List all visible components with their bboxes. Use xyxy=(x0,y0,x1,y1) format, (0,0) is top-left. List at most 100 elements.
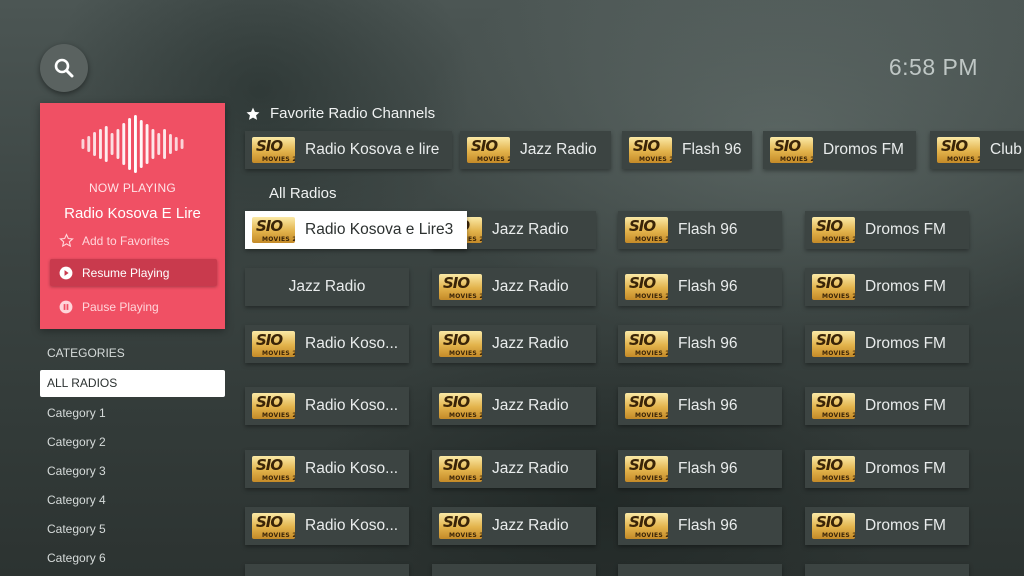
station-logo-icon: SIOMOVIES 2 xyxy=(812,274,855,300)
station-logo-icon: SIOMOVIES 2 xyxy=(252,456,295,482)
radio-tile[interactable]: SIO MOVIES 2 Flash 96 xyxy=(618,211,782,249)
radio-tile-name: Dromos FM xyxy=(865,397,946,414)
radio-tile[interactable]: SIO MOVIES 2 Dromos FM xyxy=(805,387,969,425)
resume-playing-button[interactable]: Resume Playing xyxy=(50,259,217,286)
radio-tile[interactable]: SIO MOVIES 2 Flash 96 xyxy=(618,450,782,488)
radio-tile[interactable]: SIO MOVIES 2 Dromos FM xyxy=(805,211,969,249)
all-radios-heading: All Radios xyxy=(269,185,337,202)
radio-tile[interactable]: SIOMOVIES 2 Jazz Radio xyxy=(432,387,596,425)
station-logo-icon: SIOMOVIES 2 xyxy=(625,274,668,300)
radio-tile-partial[interactable] xyxy=(432,564,596,576)
add-to-favorites-button[interactable]: Add to Favorites xyxy=(50,227,217,254)
station-logo-icon: SIOMOVIES 2 xyxy=(252,137,295,163)
radio-tile-partial[interactable] xyxy=(805,564,969,576)
radio-tile[interactable]: SIO MOVIES 2 Club xyxy=(930,131,1024,169)
search-button[interactable] xyxy=(40,44,88,92)
clock: 6:58 PM xyxy=(888,54,978,80)
radio-tile-name: Jazz Radio xyxy=(492,397,569,414)
radio-tile[interactable]: SIO MOVIES 2 Flash 96 xyxy=(622,131,752,169)
category-6[interactable]: Category 6 xyxy=(40,544,225,573)
radio-tile-name: Jazz Radio xyxy=(492,517,569,534)
radio-tile[interactable]: SIO MOVIES 2 Radio Koso... xyxy=(245,507,409,545)
radio-tile-name: Radio Kosova e lire xyxy=(305,141,440,158)
radio-tile-name: Dromos FM xyxy=(865,278,946,295)
radio-tile[interactable]: SIO MOVIES 2 Flash 96 xyxy=(618,268,782,306)
station-logo-icon: SIOMOVIES 2 xyxy=(937,137,980,163)
station-logo-icon: SIOMOVIES 2 xyxy=(812,456,855,482)
pause-icon xyxy=(50,300,82,314)
radio-tile-name: Radio Koso... xyxy=(305,335,399,352)
station-logo-icon: SIOMOVIES 2 xyxy=(629,137,672,163)
radio-tile[interactable]: SIO MOVIES 2 Dromos FM xyxy=(805,507,969,545)
now-playing-title: Radio Kosova E Lire xyxy=(64,205,201,222)
radio-tile[interactable]: SIO MOVIES 2 Radio Kosova e Lire3 xyxy=(245,211,467,249)
favorites-heading: Favorite Radio Channels xyxy=(245,105,435,122)
now-playing-card: NOW PLAYING Radio Kosova E Lire Add to F… xyxy=(40,103,225,329)
star-icon xyxy=(246,107,260,120)
station-logo-icon: SIOMOVIES 2 xyxy=(252,331,295,357)
radio-tile[interactable]: SIOMOVIES 2 Jazz Radio xyxy=(432,325,596,363)
favorites-title: Favorite Radio Channels xyxy=(270,105,436,122)
categories-heading: CATEGORIES xyxy=(47,346,125,360)
category-1[interactable]: Category 1 xyxy=(40,399,225,428)
station-logo-icon: SIOMOVIES 2 xyxy=(252,513,295,539)
radio-tile[interactable]: SIO MOVIES 2 Radio Koso... xyxy=(245,387,409,425)
radio-tile-name: Dromos FM xyxy=(865,517,946,534)
radio-tile[interactable]: SIO MOVIES 2 Flash 96 xyxy=(618,507,782,545)
radio-tile-name: Dromos FM xyxy=(865,221,946,238)
radio-tile-name: Flash 96 xyxy=(678,517,738,534)
search-icon xyxy=(54,58,74,78)
radio-tile[interactable]: SIO MOVIES 2 Radio Kosova e lire xyxy=(245,131,452,169)
radio-tile-partial[interactable] xyxy=(618,564,782,576)
station-logo-icon: SIOMOVIES 2 xyxy=(812,513,855,539)
radio-tile[interactable]: SIO MOVIES 2 Flash 96 xyxy=(618,387,782,425)
radio-tile-name: Flash 96 xyxy=(678,397,738,414)
radio-tile[interactable]: SIO MOVIES 2 Dromos FM xyxy=(805,450,969,488)
radio-tile[interactable]: SIOMOVIES 2 Jazz Radio xyxy=(432,268,596,306)
radio-tile-name: Dromos FM xyxy=(865,460,946,477)
radio-tile[interactable]: SIOMOVIES 2 Jazz Radio xyxy=(432,450,596,488)
station-logo-icon: SIOMOVIES 2 xyxy=(625,456,668,482)
resume-playing-label: Resume Playing xyxy=(82,265,170,280)
radio-tile[interactable]: SIOMOVIES 2 Jazz Radio xyxy=(432,507,596,545)
radio-tile[interactable]: Jazz Radio xyxy=(245,268,409,306)
radio-tile[interactable]: SIO MOVIES 2 Flash 96 xyxy=(618,325,782,363)
station-logo-icon: SIOMOVIES 2 xyxy=(625,393,668,419)
radio-tile-name: Dromos FM xyxy=(865,335,946,352)
pause-playing-button[interactable]: Pause Playing xyxy=(50,293,217,320)
station-logo-icon: SIOMOVIES 2 xyxy=(812,331,855,357)
station-logo-icon: SIOMOVIES 2 xyxy=(467,137,510,163)
station-logo-icon: SIOMOVIES 2 xyxy=(252,393,295,419)
pause-playing-label: Pause Playing xyxy=(82,299,159,314)
radio-tile-name: Flash 96 xyxy=(682,141,742,158)
radio-tile-name: Radio Koso... xyxy=(305,460,399,477)
radio-tile-name: Flash 96 xyxy=(678,221,738,238)
radio-tile-name: Club xyxy=(990,141,1022,158)
add-to-favorites-label: Add to Favorites xyxy=(82,233,170,248)
radio-tile[interactable]: SIO MOVIES 2 Dromos FM xyxy=(805,325,969,363)
radio-tile[interactable]: SIO MOVIES 2 Radio Koso... xyxy=(245,450,409,488)
radio-tile[interactable]: SIOMOVIES 2 Jazz Radio xyxy=(460,131,611,169)
radio-tile[interactable]: SIO MOVIES 2 Dromos FM xyxy=(805,268,969,306)
station-logo-icon: SIOMOVIES 2 xyxy=(625,331,668,357)
category-2[interactable]: Category 2 xyxy=(40,428,225,457)
radio-tile-name: Flash 96 xyxy=(678,278,738,295)
radio-tile[interactable]: SIO MOVIES 2 Dromos FM xyxy=(763,131,916,169)
category-list: ALL RADIOS Category 1 Category 2 Categor… xyxy=(40,370,225,573)
station-logo-icon: SIOMOVIES 2 xyxy=(439,513,482,539)
radio-tile-name: Jazz Radio xyxy=(288,278,366,295)
radio-tile-partial[interactable] xyxy=(245,564,409,576)
category-all-radios[interactable]: ALL RADIOS xyxy=(40,370,225,397)
radio-tile-name: Radio Kosova e Lire3 xyxy=(305,221,454,238)
radio-tile-name: Jazz Radio xyxy=(492,221,569,238)
radio-tile-name: Jazz Radio xyxy=(492,460,569,477)
radio-tile[interactable]: SIO MOVIES 2 Radio Koso... xyxy=(245,325,409,363)
category-4[interactable]: Category 4 xyxy=(40,486,225,515)
radio-tile-name: Flash 96 xyxy=(678,460,738,477)
station-logo-icon: SIOMOVIES 2 xyxy=(252,217,295,243)
category-3[interactable]: Category 3 xyxy=(40,457,225,486)
category-5[interactable]: Category 5 xyxy=(40,515,225,544)
star-outline-icon xyxy=(50,233,82,248)
now-playing-label: NOW PLAYING xyxy=(88,181,177,195)
radio-tile-name: Flash 96 xyxy=(678,335,738,352)
